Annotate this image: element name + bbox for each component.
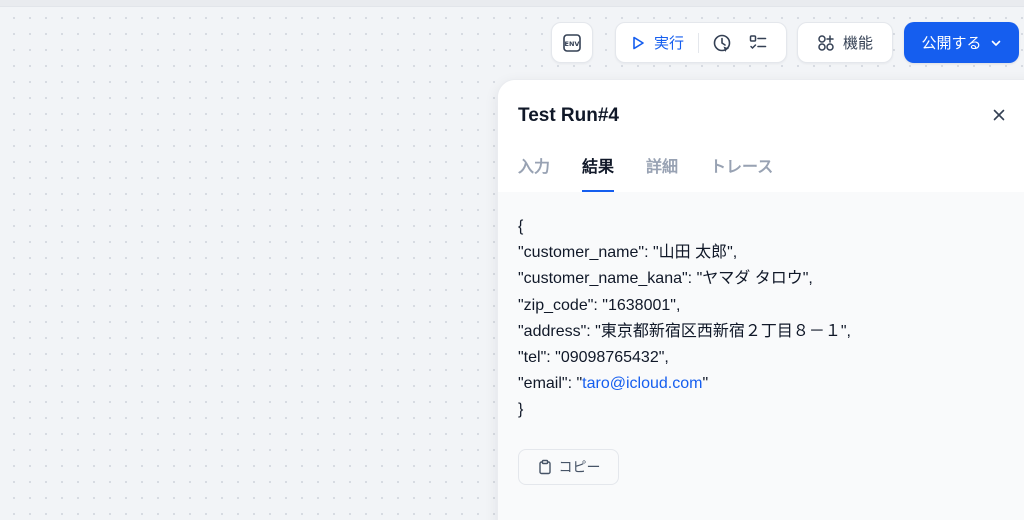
panel-tabs: 入力 結果 詳細 トレース [518,153,805,192]
json-line: "customer_name_kana": "ヤマダ タロウ", [518,270,813,288]
test-run-panel: Test Run#4 入力 結果 詳細 トレース { "customer_name… [497,79,1024,520]
copy-button[interactable]: コピー [518,449,619,485]
email-link[interactable]: taro@icloud.com [582,375,702,392]
json-line: "zip_code": "1638001", [518,296,681,314]
panel-header: Test Run#4 入力 結果 詳細 トレース [498,80,1024,192]
history-icon [713,34,731,52]
svg-text:ENV: ENV [565,40,580,48]
json-line: "address": "東京都新宿区西新宿２丁目８－１", [518,322,851,340]
json-line-email: "email": "taro@icloud.com" [518,371,851,397]
run-button[interactable]: 実行 [630,23,684,62]
json-open-brace: { [518,218,524,235]
run-toolbar-group: 実行 [615,22,787,63]
run-label: 実行 [654,35,685,52]
panel-title: Test Run#4 [518,105,620,126]
close-icon [993,109,1005,121]
chevron-down-icon [991,40,1000,46]
result-body: { "customer_name": "山田 太郎", "customer_name… [498,192,1024,520]
features-button[interactable]: 機能 [797,22,893,63]
clipboard-icon [538,459,551,475]
tab-result[interactable]: 結果 [582,153,615,192]
json-line: "tel": "09098765432", [518,349,669,367]
tab-input[interactable]: 入力 [518,153,550,192]
result-json: { "customer_name": "山田 太郎", "customer_name… [518,214,851,424]
publish-label: 公開する [921,35,982,52]
copy-label: コピー [558,459,601,475]
play-icon [633,36,644,49]
env-icon: ENV [563,33,581,52]
toolbar-divider [698,32,700,53]
env-button[interactable]: ENV [551,22,593,63]
features-icon [818,34,834,51]
publish-button[interactable]: 公開する [904,22,1019,63]
checklist-icon [749,34,767,49]
email-suffix: " [702,375,709,393]
json-line: "customer_name": "山田 太郎", [518,244,738,262]
json-close-brace: } [518,401,524,419]
email-key: "email": " [518,375,583,393]
checklist-button[interactable] [745,30,771,56]
tab-details[interactable]: 詳細 [646,153,678,192]
top-strip [0,0,1024,7]
close-button[interactable] [989,105,1009,125]
features-label: 機能 [842,35,873,52]
tab-trace[interactable]: トレース [710,153,773,192]
history-button[interactable] [709,30,735,56]
